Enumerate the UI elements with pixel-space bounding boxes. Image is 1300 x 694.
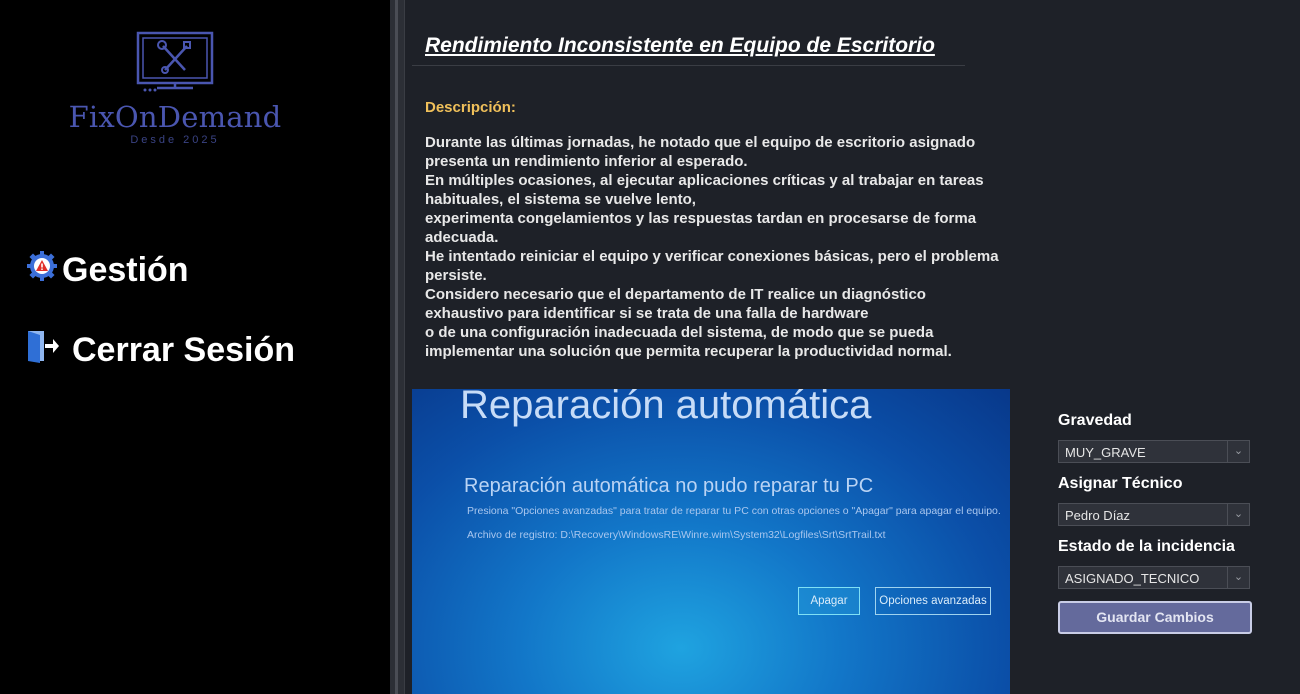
incident-form: Gravedad MUY_GRAVE ⌄ Asignar Técnico Ped… bbox=[1058, 412, 1252, 634]
estado-value: ASIGNADO_TECNICO bbox=[1065, 571, 1200, 586]
photo-apagar-button: Apagar bbox=[798, 587, 860, 615]
gear-warning-icon bbox=[26, 250, 58, 291]
photo-subtitle: Reparación automática no pudo reparar tu… bbox=[464, 475, 874, 497]
incident-title: Rendimiento Inconsistente en Equipo de E… bbox=[425, 34, 935, 57]
tecnico-label: Asignar Técnico bbox=[1058, 475, 1183, 492]
gravedad-label: Gravedad bbox=[1058, 412, 1132, 429]
description-text: Durante las últimas jornadas, he notado … bbox=[425, 134, 999, 360]
nav-item-gestion[interactable]: Gestión bbox=[26, 250, 189, 291]
gravedad-value: MUY_GRAVE bbox=[1065, 445, 1146, 460]
splitter[interactable] bbox=[390, 0, 405, 694]
incident-detail: Rendimiento Inconsistente en Equipo de E… bbox=[405, 0, 1300, 694]
sidebar: FixOnDemand Desde 2025 Gestión Cerrar Se… bbox=[0, 0, 390, 694]
chevron-down-icon: ⌄ bbox=[1227, 567, 1249, 588]
nav-item-cerrar-sesion-label: Cerrar Sesión bbox=[72, 331, 295, 369]
monitor-tools-logo-icon bbox=[136, 31, 214, 92]
photo-opciones-button: Opciones avanzadas bbox=[875, 587, 991, 615]
logo: FixOnDemand Desde 2025 bbox=[60, 30, 290, 170]
splitter-grip bbox=[395, 0, 398, 694]
nav-item-gestion-label: Gestión bbox=[62, 251, 189, 289]
chevron-down-icon: ⌄ bbox=[1227, 441, 1249, 462]
brand-name: FixOnDemand bbox=[68, 100, 282, 134]
photo-title: Reparación automática bbox=[460, 389, 872, 427]
photo-log-path: Archivo de registro: D:\Recovery\Windows… bbox=[467, 529, 886, 541]
photo-instructions: Presiona "Opciones avanzadas" para trata… bbox=[467, 505, 1001, 517]
description-label: Descripción: bbox=[425, 99, 516, 116]
tecnico-select[interactable]: Pedro Díaz ⌄ bbox=[1058, 503, 1250, 526]
estado-label: Estado de la incidencia bbox=[1058, 538, 1235, 555]
chevron-down-icon: ⌄ bbox=[1227, 504, 1249, 525]
brand-tagline: Desde 2025 bbox=[130, 134, 220, 146]
logout-door-icon bbox=[26, 328, 60, 373]
title-divider bbox=[412, 65, 965, 66]
gravedad-select[interactable]: MUY_GRAVE ⌄ bbox=[1058, 440, 1250, 463]
estado-select[interactable]: ASIGNADO_TECNICO ⌄ bbox=[1058, 566, 1250, 589]
attached-photo: Reparación automática Reparación automát… bbox=[412, 389, 1010, 694]
tecnico-value: Pedro Díaz bbox=[1065, 508, 1131, 523]
save-button[interactable]: Guardar Cambios bbox=[1058, 601, 1252, 634]
nav-item-cerrar-sesion[interactable]: Cerrar Sesión bbox=[26, 328, 295, 373]
